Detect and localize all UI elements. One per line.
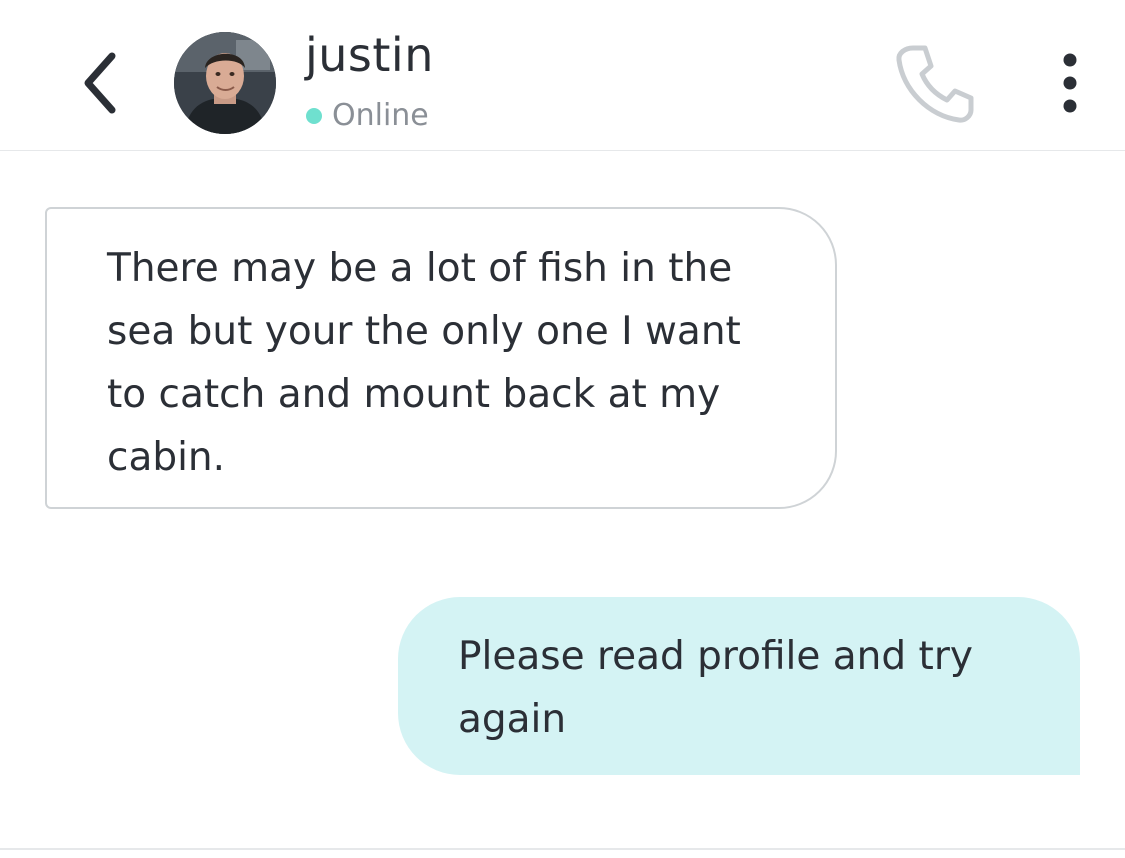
avatar-photo [174, 32, 276, 134]
presence-status: Online [306, 98, 429, 133]
online-dot-icon [306, 107, 322, 124]
more-vertical-icon [1063, 53, 1077, 113]
chat-header: justin Online [0, 0, 1125, 151]
outgoing-message-bubble[interactable]: Please read profile and try again [398, 597, 1080, 775]
contact-name[interactable]: justin [305, 28, 434, 82]
back-button[interactable] [70, 45, 130, 120]
message-text: Please read profile and try again [458, 634, 973, 742]
avatar[interactable] [174, 32, 276, 134]
message-text: There may be a lot of fish in the sea bu… [107, 246, 741, 480]
phone-icon [896, 45, 974, 123]
status-text: Online [332, 98, 429, 133]
more-options-button[interactable] [1045, 48, 1095, 118]
divider [0, 848, 1125, 850]
incoming-message-bubble[interactable]: There may be a lot of fish in the sea bu… [45, 207, 837, 509]
chevron-left-icon [84, 52, 116, 113]
message-list[interactable]: There may be a lot of fish in the sea bu… [0, 151, 1125, 848]
call-button[interactable] [893, 42, 977, 126]
